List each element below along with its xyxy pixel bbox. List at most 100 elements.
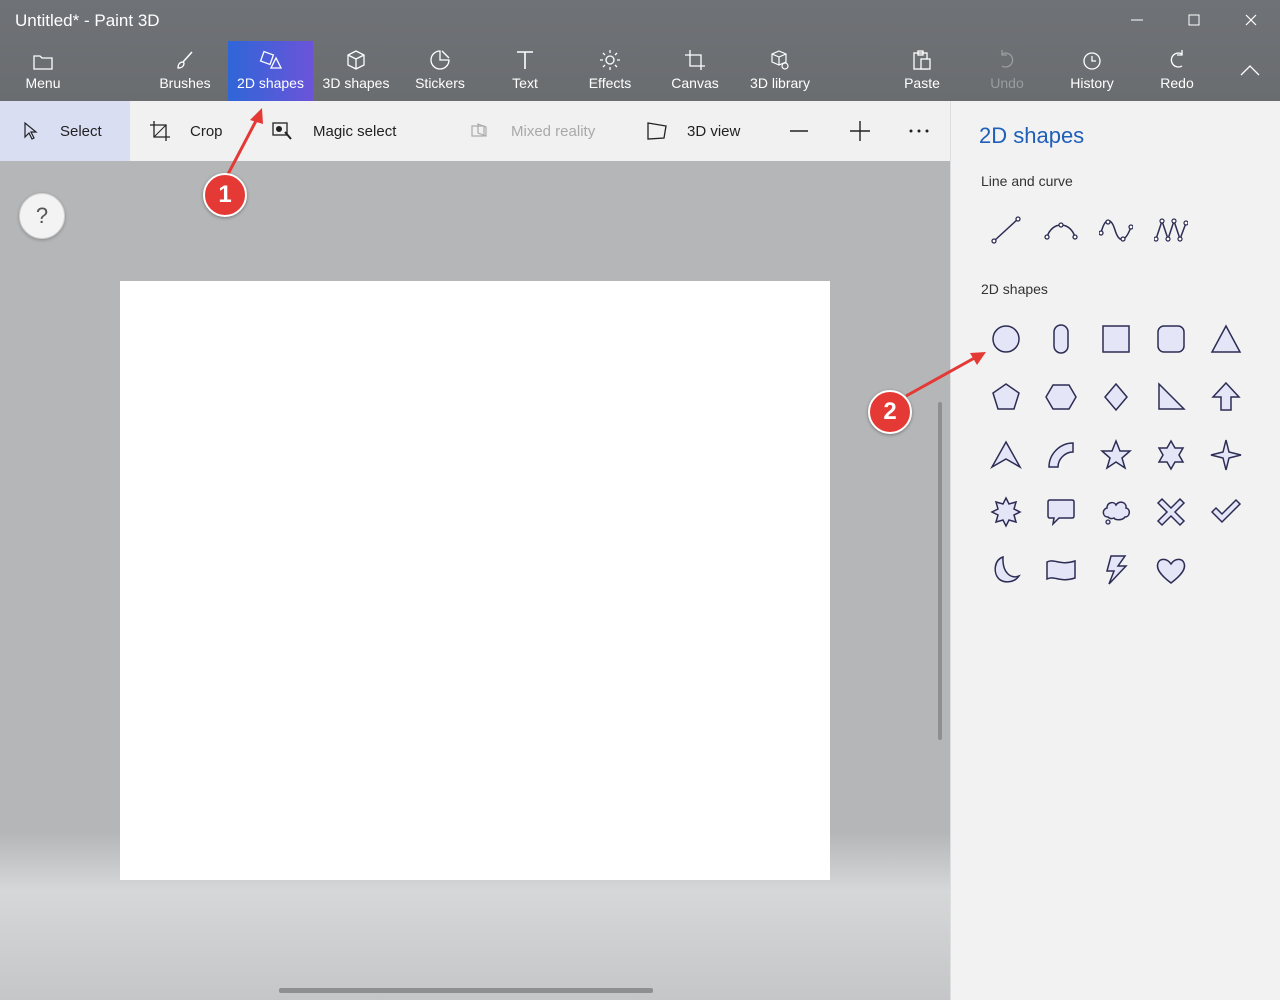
mixed-reality-button[interactable]: Mixed reality [470,101,595,161]
sticker-icon [429,47,451,71]
crop-label: Crop [190,122,223,140]
menu-button[interactable]: Menu [8,41,78,101]
tab-canvas[interactable]: Canvas [660,41,730,101]
close-icon [1245,14,1257,26]
four-point-star-icon[interactable] [1206,435,1246,475]
history-icon [1081,47,1103,71]
maximize-button[interactable] [1182,8,1206,32]
3d-view-icon [646,120,668,142]
pentagon-icon[interactable] [986,377,1026,417]
vertical-scrollbar[interactable] [938,402,942,740]
rounded-square-icon[interactable] [1151,319,1191,359]
undo-button[interactable]: Undo [975,41,1039,101]
zoom-in-button[interactable] [849,101,871,161]
magic-select-button[interactable]: Magic select [272,101,396,161]
crop-icon [149,120,171,142]
effects-label: Effects [588,75,632,91]
maximize-icon [1188,14,1200,26]
tab-brushes[interactable]: Brushes [150,41,220,101]
s-curve-icon[interactable] [1096,210,1136,250]
redo-label: Redo [1160,75,1194,91]
minimize-button[interactable] [1125,8,1149,32]
shapes-heading: 2D shapes [981,281,1048,297]
paste-button[interactable]: Paste [890,41,954,101]
drawing-canvas[interactable] [120,281,830,880]
history-button[interactable]: History [1058,41,1126,101]
shapes-2d-icon [259,47,283,71]
crop-button[interactable]: Crop [149,101,223,161]
shapes2d-label: 2D shapes [237,75,304,91]
speech-bubble-icon[interactable] [1041,492,1081,532]
zoom-out-button[interactable] [789,101,809,161]
3d-view-label: 3D view [687,122,741,140]
undo-label: Undo [990,75,1024,91]
more-icon [909,129,929,133]
diamond-icon[interactable] [1096,377,1136,417]
x-mark-icon[interactable] [1151,492,1191,532]
tab-effects[interactable]: Effects [575,41,645,101]
banner-icon[interactable] [1041,550,1081,590]
square-icon[interactable] [1096,319,1136,359]
paste-label: Paste [904,75,940,91]
sun-icon [599,47,621,71]
heart-icon[interactable] [1151,550,1191,590]
cursor-icon [20,120,42,142]
magic-select-label: Magic select [313,122,397,140]
select-button[interactable]: Select [0,101,130,161]
mixed-reality-icon [470,120,492,142]
text-label: Text [512,75,538,91]
zigzag-curve-icon[interactable] [1151,210,1191,250]
tab-2d-shapes[interactable]: 2D shapes [228,41,313,101]
up-arrow-icon[interactable] [1206,377,1246,417]
close-button[interactable] [1239,8,1263,32]
magic-select-icon [272,120,294,142]
moon-icon[interactable] [986,550,1026,590]
brush-icon [174,47,196,71]
quarter-circle-icon[interactable] [1041,435,1081,475]
canvas-label: Canvas [671,75,719,91]
canvas-icon [684,47,706,71]
shapes3d-label: 3D shapes [322,75,390,91]
mixed-reality-label: Mixed reality [511,122,596,140]
horizontal-scrollbar[interactable] [279,988,653,993]
burst-icon[interactable] [986,492,1026,532]
chevron-up-icon [1240,65,1260,76]
brushes-label: Brushes [159,75,211,91]
check-mark-icon[interactable] [1206,492,1246,532]
collapse-ribbon-button[interactable] [1238,58,1262,82]
plus-icon [850,121,870,141]
lightning-icon[interactable] [1096,550,1136,590]
hexagon-icon[interactable] [1041,377,1081,417]
paste-icon [911,47,933,71]
stickers-label: Stickers [415,75,465,91]
tab-3d-shapes[interactable]: 3D shapes [318,41,394,101]
panel-title: 2D shapes [979,123,1085,148]
help-button[interactable]: ? [19,193,65,239]
minus-icon [790,130,808,132]
folder-icon [32,47,54,71]
five-point-star-icon[interactable] [1096,435,1136,475]
line-curve-heading: Line and curve [981,173,1073,189]
ribbon: Untitled* - Paint 3D Menu Brushes 2D sha… [0,0,1280,101]
six-point-star-icon[interactable] [1151,435,1191,475]
triangle-icon[interactable] [1206,319,1246,359]
library3d-label: 3D library [750,75,810,91]
circle-icon[interactable] [986,319,1026,359]
redo-button[interactable]: Redo [1145,41,1209,101]
secondary-toolbar: Select Crop Magic select Mixed reality 3… [0,101,950,161]
tab-3d-library[interactable]: 3D library [740,41,820,101]
more-options-button[interactable] [908,101,930,161]
cube-icon [345,47,367,71]
minimize-icon [1131,19,1143,21]
arrowhead-icon[interactable] [986,435,1026,475]
line-icon[interactable] [986,210,1026,250]
menu-label: Menu [25,75,61,91]
3d-view-button[interactable]: 3D view [646,101,740,161]
thought-cloud-icon[interactable] [1096,492,1136,532]
pill-icon[interactable] [1041,319,1081,359]
tab-text[interactable]: Text [490,41,560,101]
curve-icon[interactable] [1041,210,1081,250]
history-label: History [1070,75,1114,91]
right-triangle-icon[interactable] [1151,377,1191,417]
tab-stickers[interactable]: Stickers [405,41,475,101]
